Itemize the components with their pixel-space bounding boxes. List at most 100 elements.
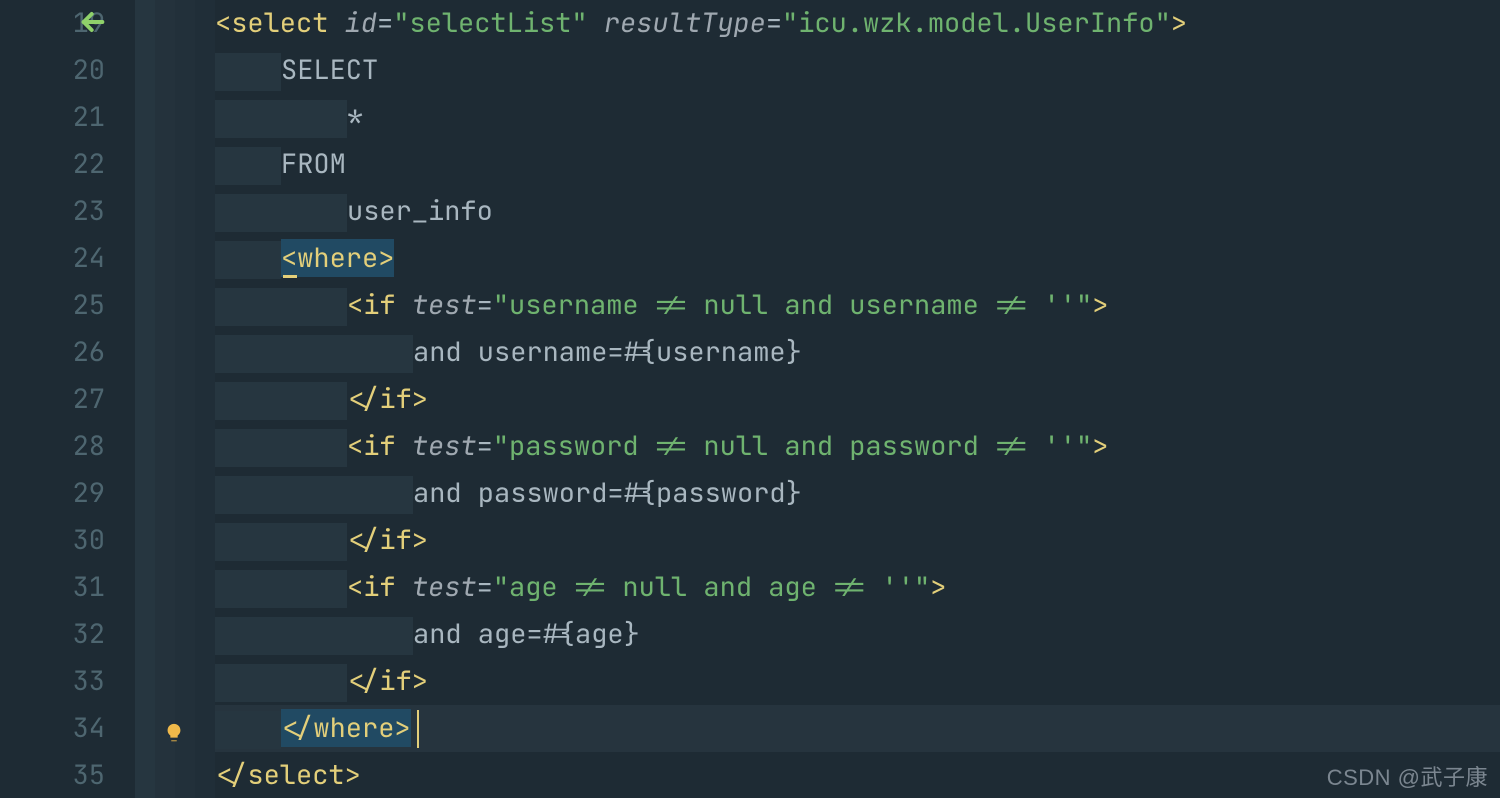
line-number: 30 (0, 517, 105, 564)
tag-close: > (1092, 428, 1108, 464)
line-number: 34 (0, 705, 105, 752)
xml-attr: id (345, 5, 377, 41)
sql-keyword: FROM (281, 146, 346, 182)
indent-block (215, 53, 281, 91)
line-number: 23 (0, 188, 105, 235)
line-number: 25 (0, 282, 105, 329)
xml-attr: test (412, 428, 477, 464)
indent-block (281, 664, 347, 702)
back-arrow-icon[interactable] (73, 6, 105, 38)
xml-tag: </if> (347, 663, 428, 699)
eq: = (477, 287, 493, 323)
code-line[interactable]: </if> (215, 376, 1500, 423)
code-line[interactable]: <if test="password != null and password … (215, 423, 1500, 470)
code-line[interactable]: </if> (215, 658, 1500, 705)
indent-block (215, 664, 281, 702)
indent-block (215, 570, 281, 608)
indent-block (215, 147, 281, 185)
xml-tag: <if (347, 428, 396, 464)
xml-value: "username != null and username != ''" (493, 287, 1092, 323)
indent-block (347, 476, 413, 514)
line-number: 33 (0, 658, 105, 705)
line-number: 22 (0, 141, 105, 188)
eq: = (477, 569, 493, 605)
eq: = (766, 5, 782, 41)
line-number: 24 (0, 235, 105, 282)
code-line[interactable]: <if test="age != null and age != ''"> (215, 564, 1500, 611)
caret-underline (283, 275, 297, 278)
xml-value: "icu.wzk.model.UserInfo" (782, 5, 1171, 41)
indent-block (215, 476, 281, 514)
tag-close: > (1171, 5, 1187, 41)
indent-block (215, 429, 281, 467)
line-number: 21 (0, 94, 105, 141)
indent-block (347, 335, 413, 373)
sql-keyword: SELECT (281, 52, 378, 88)
line-number: 35 (0, 752, 105, 798)
text-caret (417, 710, 419, 748)
sql-text: user_info (347, 193, 493, 229)
indent-block (281, 429, 347, 467)
line-number: 26 (0, 329, 105, 376)
code-line[interactable]: and password=#{password} (215, 470, 1500, 517)
sql-text: and username=#{username} (413, 334, 802, 370)
indent-block (281, 617, 347, 655)
line-number-gutter: 19 20 21 22 23 24 25 26 27 28 29 30 31 3… (0, 0, 135, 798)
eq: = (377, 5, 393, 41)
indent-block (281, 382, 347, 420)
code-line[interactable]: <if test="username != null and username … (215, 282, 1500, 329)
code-line[interactable]: <where> (215, 235, 1500, 282)
code-line[interactable]: FROM (215, 141, 1500, 188)
sql-text: and password=#{password} (413, 475, 802, 511)
code-line[interactable]: user_info (215, 188, 1500, 235)
code-line[interactable]: and username=#{username} (215, 329, 1500, 376)
where-tag-close: </where> (281, 709, 411, 747)
indent-block (215, 335, 281, 373)
xml-value: "selectList" (393, 5, 587, 41)
line-number: 20 (0, 47, 105, 94)
indent-block (281, 335, 347, 373)
tag-close: > (1092, 287, 1108, 323)
code-line[interactable]: </if> (215, 517, 1500, 564)
code-line[interactable]: SELECT (215, 47, 1500, 94)
line-number: 32 (0, 611, 105, 658)
indent-block (281, 570, 347, 608)
xml-tag: <select (215, 5, 328, 41)
indent-block (281, 476, 347, 514)
code-line-current[interactable]: </where> (215, 705, 1500, 752)
code-line[interactable]: * (215, 94, 1500, 141)
indent-block (281, 288, 347, 326)
line-number: 31 (0, 564, 105, 611)
sql-text: * (347, 99, 363, 135)
code-line[interactable]: and age=#{age} (215, 611, 1500, 658)
indent-block (215, 617, 281, 655)
code-line[interactable]: </select> (215, 752, 1500, 798)
code-line[interactable]: <select id="selectList" resultType="icu.… (215, 0, 1500, 47)
indent-block (215, 194, 281, 232)
lightbulb-icon[interactable] (163, 722, 185, 744)
xml-tag: </select> (215, 757, 361, 793)
xml-attr: test (412, 569, 477, 605)
indent-block (215, 288, 281, 326)
xml-value: "age != null and age != ''" (493, 569, 930, 605)
tag-close: > (930, 569, 946, 605)
indent-block (281, 523, 347, 561)
where-tag-open: <where> (281, 239, 394, 277)
indent-block (281, 194, 347, 232)
xml-tag: </if> (347, 522, 428, 558)
indent-block (347, 617, 413, 655)
code-editor[interactable]: <select id="selectList" resultType="icu.… (215, 0, 1500, 798)
indent-block (215, 100, 281, 138)
indent-block (215, 382, 281, 420)
eq: = (477, 428, 493, 464)
indent-block (215, 241, 281, 279)
xml-tag: <if (347, 569, 396, 605)
indent-block (215, 711, 281, 749)
indent-block (281, 100, 347, 138)
sql-text: and age=#{age} (413, 616, 640, 652)
line-number: 29 (0, 470, 105, 517)
xml-attr: test (412, 287, 477, 323)
xml-value: "password != null and password != ''" (493, 428, 1092, 464)
xml-tag: </if> (347, 381, 428, 417)
xml-attr: resultType (604, 5, 766, 41)
